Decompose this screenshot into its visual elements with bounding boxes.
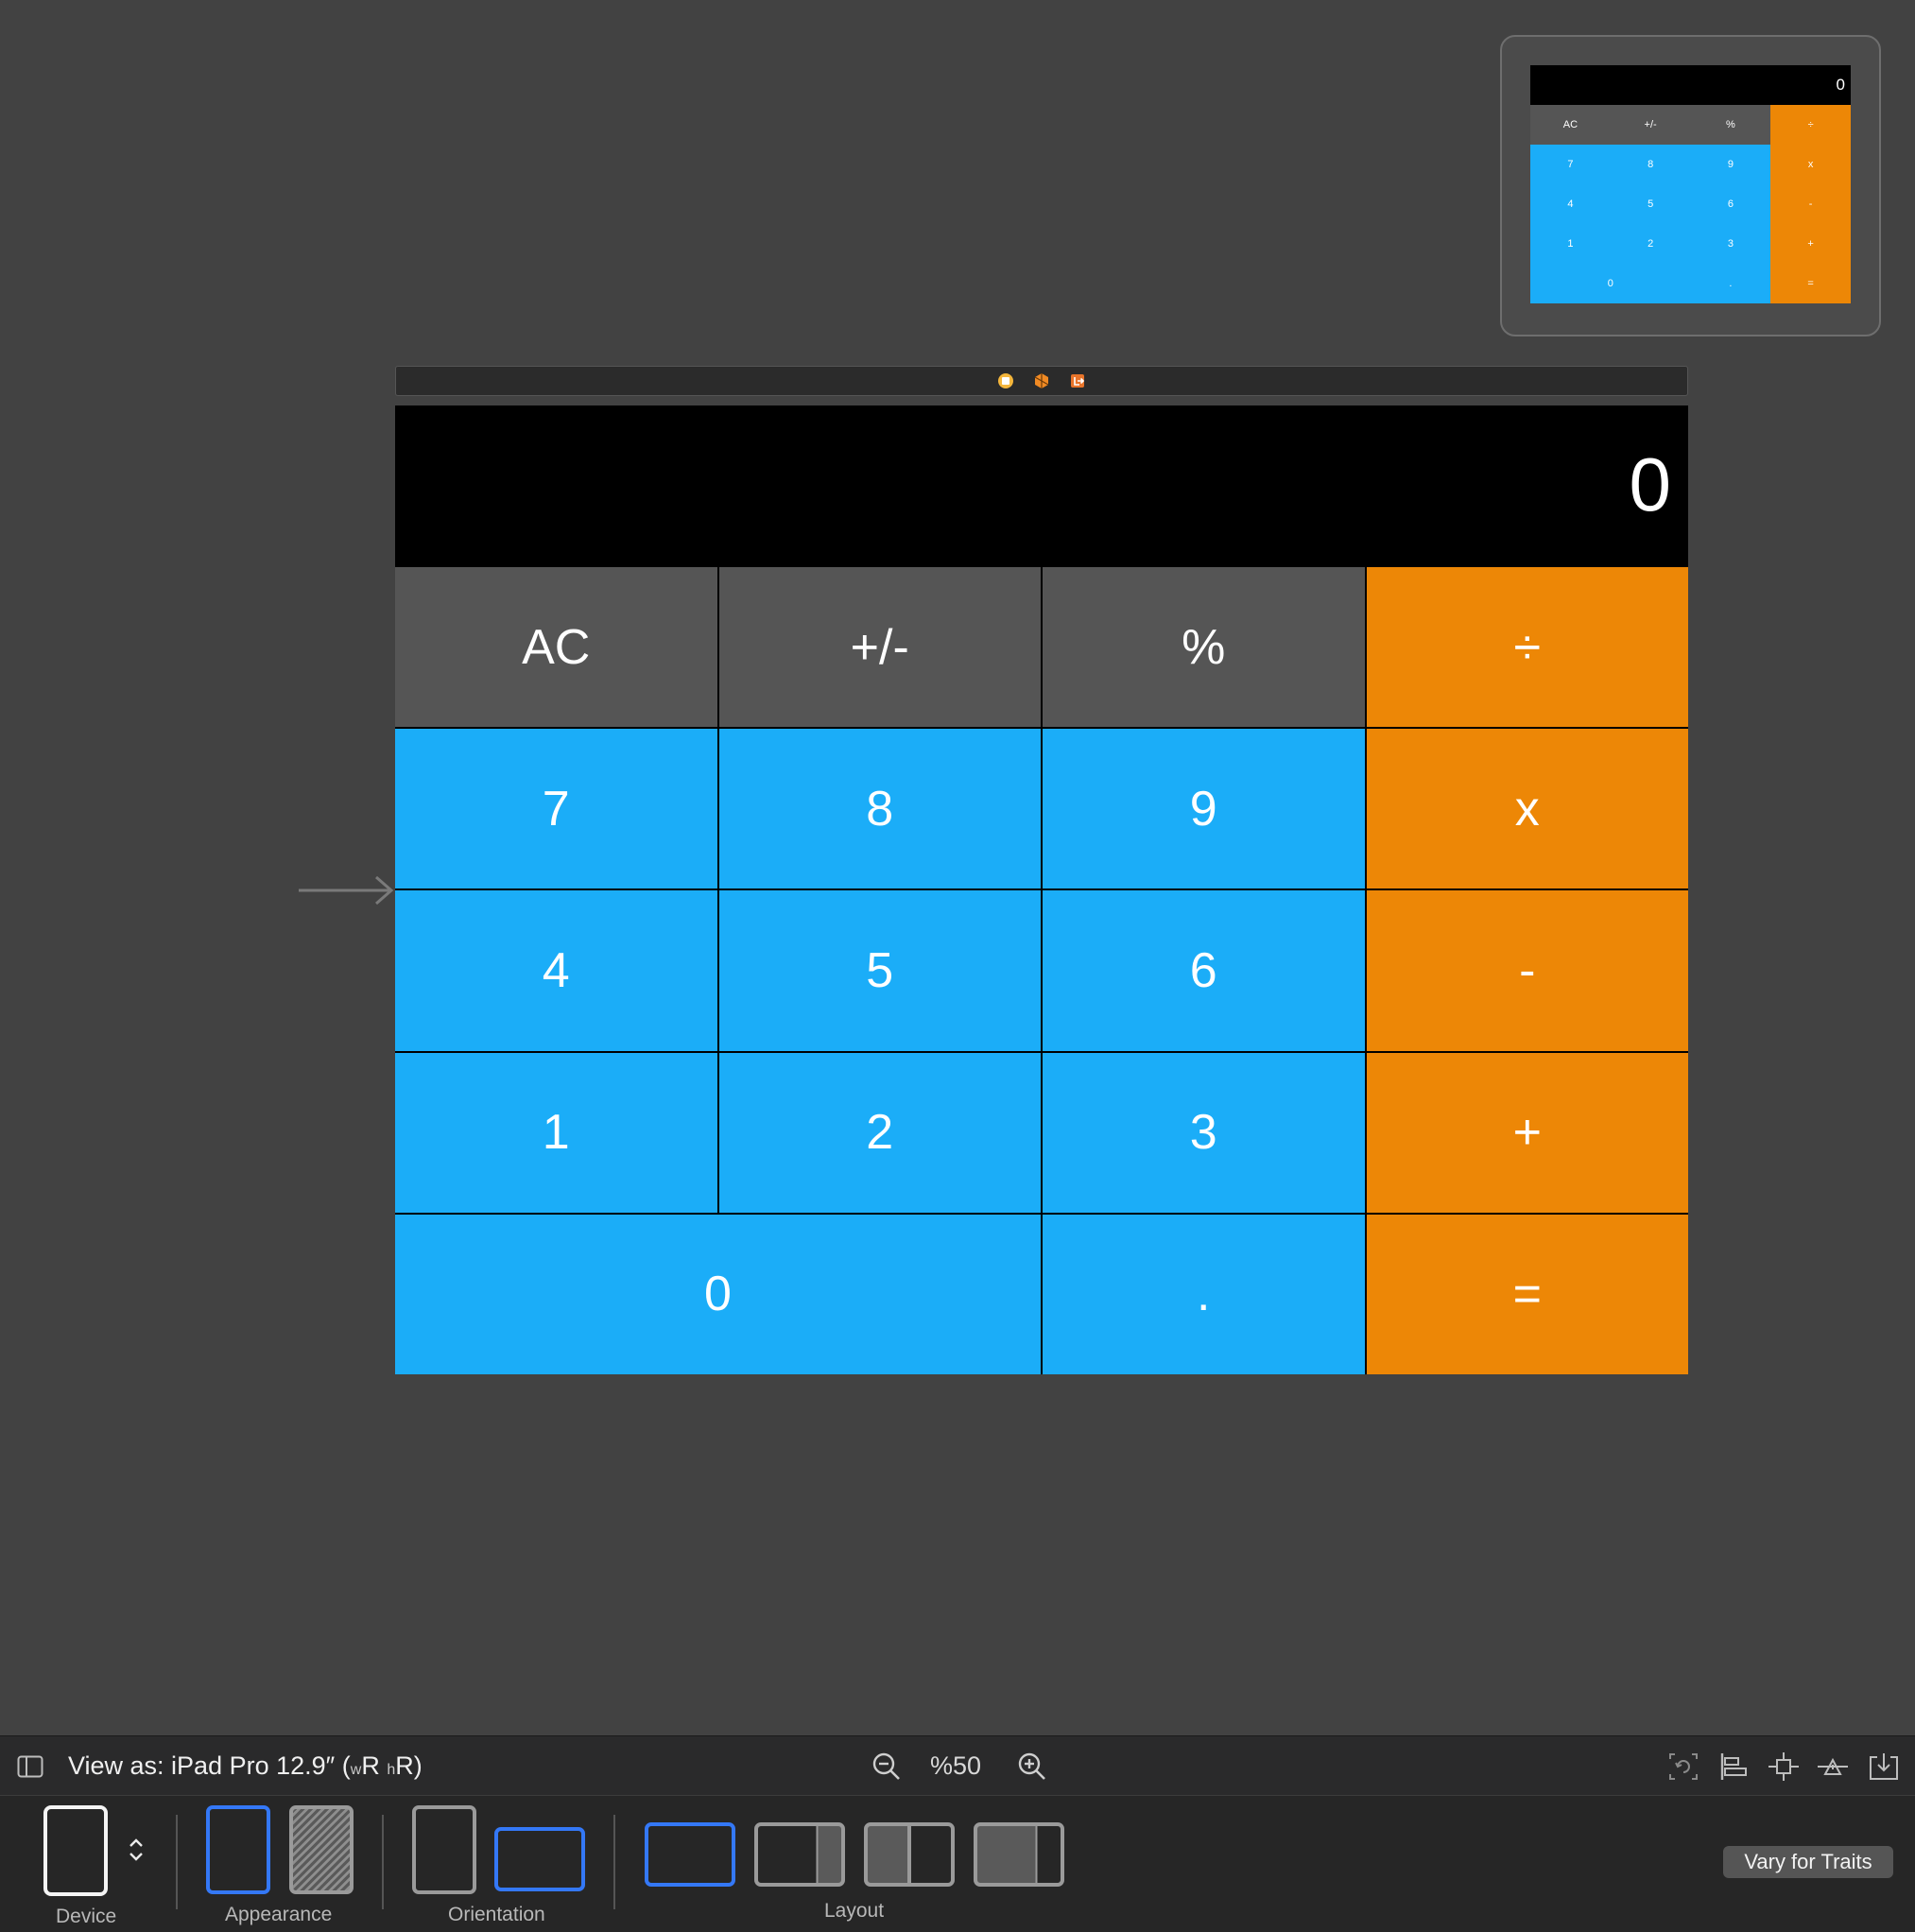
minimap-key: 7 [1530,145,1611,184]
view-as-bar: View as: iPad Pro 12.9″ (wR hR) %50 [0,1735,1915,1796]
size-class: (wR hR) [341,1751,423,1780]
key-5[interactable]: 5 [718,890,1041,1051]
resolve-auto-layout-icon[interactable] [1817,1751,1849,1782]
display-value: 0 [1629,442,1672,526]
minimap-key: - [1770,184,1851,224]
device-configuration-bar: View as: iPad Pro 12.9″ (wR hR) %50 Devi… [0,1735,1915,1932]
orientation-landscape-option[interactable] [494,1827,585,1891]
layout-half-option[interactable] [864,1822,955,1887]
divider [382,1815,384,1909]
scene-dock-bar[interactable] [395,366,1688,396]
result-display[interactable]: 0 [395,405,1688,567]
key-6[interactable]: 6 [1043,890,1365,1051]
embed-in-icon[interactable] [1868,1751,1900,1782]
minimap-key: = [1770,264,1851,303]
minimap-key: 5 [1610,184,1691,224]
key-plus[interactable]: + [1366,1052,1688,1213]
layout-label: Layout [824,1900,885,1922]
orientation-label: Orientation [448,1904,545,1925]
appearance-dark-option[interactable] [289,1805,354,1894]
key-percent[interactable]: % [1043,567,1365,728]
key-4[interactable]: 4 [395,890,717,1051]
key-8[interactable]: 8 [718,729,1041,889]
first-responder-icon[interactable] [1032,371,1051,390]
minimap-key: 4 [1530,184,1611,224]
key-2[interactable]: 2 [718,1052,1041,1213]
key-9[interactable]: 9 [1043,729,1365,889]
minimap-key: % [1690,105,1771,145]
minimap-key: 6 [1690,184,1771,224]
zoom-in-icon[interactable] [1017,1751,1047,1782]
minimap-key: x [1770,145,1851,184]
vary-for-traits-button[interactable]: Vary for Traits [1723,1846,1893,1878]
key-ac[interactable]: AC [395,567,717,728]
key-plus-minus[interactable]: +/- [718,567,1041,728]
key-multiply[interactable]: x [1366,729,1688,889]
key-7[interactable]: 7 [395,729,717,889]
minimap-key: ÷ [1770,105,1851,145]
traits-bar: Device Appearance Orientation Layout Var… [0,1796,1915,1932]
minimap-key: 3 [1690,224,1771,264]
layout-two-thirds-option[interactable] [754,1822,845,1887]
exit-icon[interactable] [1068,371,1087,390]
device-stepper-icon[interactable] [129,1837,144,1862]
minimap-key: 2 [1610,224,1691,264]
layout-full-option[interactable] [645,1822,735,1887]
layout-one-third-option[interactable] [974,1822,1064,1887]
key-1[interactable]: 1 [395,1052,717,1213]
divider [613,1815,615,1909]
appearance-light-option[interactable] [206,1805,270,1894]
orientation-portrait-option[interactable] [412,1805,476,1894]
key-0[interactable]: 0 [395,1214,1041,1374]
device-name: View as: iPad Pro 12.9″ [68,1751,336,1780]
appearance-label: Appearance [225,1904,333,1925]
calculator-view[interactable]: 0 AC +/-% ÷ 7 8 9 x 4 5 6- 1 2 3 +0. = [395,405,1688,1374]
view-as-label[interactable]: View as: iPad Pro 12.9″ (wR hR) [68,1751,423,1781]
zoom-level[interactable]: %50 [930,1751,981,1781]
minimap-key: 8 [1610,145,1691,184]
minimap-key: AC [1530,105,1611,145]
minimap-key: 1 [1530,224,1611,264]
minimap[interactable]: 0 AC +/-% ÷ 7 8 9 x 4 5 6-1 2 3 +0. = [1500,35,1881,336]
entry-point-arrow-icon[interactable] [299,873,397,907]
zoom-out-icon[interactable] [871,1751,902,1782]
device-ipad-thumbnail[interactable] [43,1805,108,1896]
keypad: AC +/-% ÷ 7 8 9 x 4 5 6- 1 2 3 +0. = [395,567,1688,1374]
key-equals[interactable]: = [1366,1214,1688,1374]
add-constraints-icon[interactable] [1768,1751,1800,1782]
minimap-key: 0 [1530,264,1691,303]
minimap-key: + [1770,224,1851,264]
storyboard-canvas[interactable]: 0 AC +/-% ÷ 7 8 9 x 4 5 6-1 2 3 +0. = 0 AC +/-% ÷ 7 8 9 x 4 5 6… [0,0,1915,1735]
minimap-key: 9 [1690,145,1771,184]
key-minus[interactable]: - [1366,890,1688,1051]
minimap-display: 0 [1530,65,1851,105]
update-frames-icon[interactable] [1667,1751,1699,1782]
align-icon[interactable] [1718,1751,1751,1782]
minimap-preview: 0 AC +/-% ÷ 7 8 9 x 4 5 6-1 2 3 +0. = [1530,65,1851,303]
key-3[interactable]: 3 [1043,1052,1365,1213]
sidebar-toggle-icon[interactable] [17,1755,43,1778]
key-divide[interactable]: ÷ [1366,567,1688,728]
view-controller-icon[interactable] [996,371,1015,390]
minimap-key: +/- [1610,105,1691,145]
device-label: Device [56,1906,117,1927]
key-decimal[interactable]: . [1043,1214,1365,1374]
divider [176,1815,178,1909]
minimap-key: . [1690,264,1771,303]
